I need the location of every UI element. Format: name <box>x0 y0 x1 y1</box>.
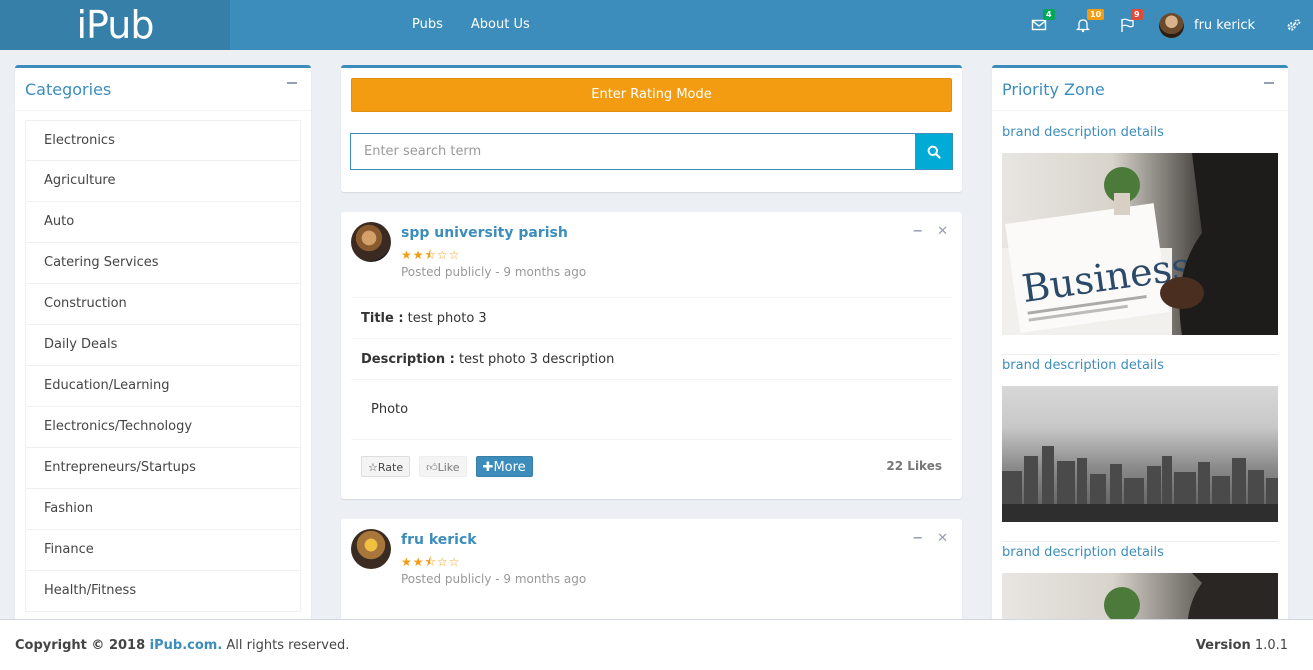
search-panel: Enter Rating Mode <box>341 65 962 192</box>
category-item[interactable]: Catering Services <box>25 243 301 284</box>
flags-button[interactable]: 9 <box>1105 0 1149 50</box>
category-item[interactable]: Electronics/Technology <box>25 407 301 448</box>
category-item[interactable]: Entrepreneurs/Startups <box>25 448 301 489</box>
divider <box>992 110 1288 111</box>
post-meta: Posted publicly - 9 months ago <box>401 265 587 279</box>
notifications-badge: 10 <box>1087 9 1105 20</box>
top-header: iPub Pubs About Us 4 10 9 fru kerick <box>0 0 1313 50</box>
category-item[interactable]: Health/Fitness <box>25 571 301 612</box>
messages-badge: 4 <box>1043 9 1055 20</box>
avatar[interactable] <box>351 529 391 569</box>
likes-count: 22 Likes <box>886 459 942 473</box>
star-outline-icon: ☆ <box>368 461 378 474</box>
close-icon[interactable]: ✕ <box>937 224 948 239</box>
post-tools: − ✕ <box>912 224 948 239</box>
nav-right: 4 10 9 fru kerick <box>1017 0 1313 50</box>
media-label: Photo <box>351 380 952 440</box>
footer: Copyright © 2018 iPub.com. All rights re… <box>0 619 1313 670</box>
post-card: spp university parish ★★⯪☆☆ Posted publi… <box>341 212 962 499</box>
category-item[interactable]: Construction <box>25 284 301 325</box>
user-menu[interactable]: fru kerick <box>1149 0 1273 50</box>
nav-pubs[interactable]: Pubs <box>398 0 457 50</box>
search-input[interactable] <box>351 134 915 169</box>
collapse-icon[interactable] <box>287 82 297 84</box>
like-label: Like <box>437 461 460 474</box>
rating-stars: ★★⯪☆☆ <box>401 555 461 569</box>
category-item[interactable]: Fashion <box>25 489 301 530</box>
messages-button[interactable]: 4 <box>1017 0 1061 50</box>
search-button[interactable] <box>915 134 952 169</box>
category-item[interactable]: Daily Deals <box>25 325 301 366</box>
thumbs-up-icon: 👍︎ <box>426 461 438 474</box>
priority-zone-panel: Priority Zone brand description details … <box>992 65 1288 625</box>
avatar[interactable] <box>351 222 391 262</box>
post-body: Title : test photo 3 Description : test … <box>351 297 952 440</box>
brand-link[interactable]: brand description details <box>1002 358 1164 373</box>
copyright-suffix: All rights reserved. <box>222 638 350 653</box>
user-avatar <box>1159 12 1184 38</box>
post-description-field: Description : test photo 3 description <box>351 339 952 380</box>
divider <box>1002 541 1278 542</box>
category-item[interactable]: Finance <box>25 530 301 571</box>
copyright-link[interactable]: iPub.com. <box>150 638 223 653</box>
gears-icon <box>1287 18 1300 31</box>
title-value: test photo 3 <box>403 311 487 326</box>
nav-about-us[interactable]: About Us <box>457 0 544 50</box>
post-title-field: Title : test photo 3 <box>351 298 952 339</box>
settings-button[interactable] <box>1273 0 1313 50</box>
business-newspaper-image[interactable] <box>1002 573 1278 625</box>
more-button[interactable]: ✚More <box>475 456 533 477</box>
notifications-button[interactable]: 10 <box>1061 0 1105 50</box>
user-name: fru kerick <box>1194 17 1255 33</box>
more-label: More <box>493 460 526 475</box>
brand-link[interactable]: brand description details <box>1002 545 1164 560</box>
category-item[interactable]: Education/Learning <box>25 366 301 407</box>
app-logo[interactable]: iPub <box>0 0 230 50</box>
divider <box>15 110 311 111</box>
rating-stars: ★★⯪☆☆ <box>401 248 461 262</box>
title-label: Title : <box>361 311 404 326</box>
post-author[interactable]: spp university parish <box>401 225 568 241</box>
search-icon <box>927 145 941 159</box>
category-list: Electronics Agriculture Auto Catering Se… <box>25 120 301 612</box>
divider <box>1002 354 1278 355</box>
close-icon[interactable]: ✕ <box>937 531 948 546</box>
post-meta: Posted publicly - 9 months ago <box>401 572 587 586</box>
minimize-icon[interactable]: − <box>912 224 923 239</box>
post-actions: ☆Rate 👍︎Like ✚More <box>361 456 533 477</box>
category-item[interactable]: Auto <box>25 202 301 243</box>
rate-button[interactable]: ☆Rate <box>361 456 411 477</box>
brand-link[interactable]: brand description details <box>1002 125 1164 140</box>
version-label: Version <box>1195 638 1251 653</box>
copyright: Copyright © 2018 iPub.com. All rights re… <box>15 638 349 653</box>
version-info: Version 1.0.1 <box>1196 638 1288 653</box>
copyright-prefix: Copyright © 2018 <box>15 638 150 653</box>
version-value: 1.0.1 <box>1250 638 1288 653</box>
categories-title: Categories <box>25 80 112 99</box>
enter-rating-mode-button[interactable]: Enter Rating Mode <box>351 78 952 112</box>
post-tools: − ✕ <box>912 531 948 546</box>
collapse-icon[interactable] <box>1264 82 1274 84</box>
search-bar <box>350 133 953 170</box>
city-skyline-image[interactable] <box>1002 386 1278 522</box>
description-value: test photo 3 description <box>454 352 615 367</box>
like-button[interactable]: 👍︎Like <box>419 456 467 477</box>
category-item[interactable]: Agriculture <box>25 161 301 202</box>
priority-zone-title: Priority Zone <box>1002 80 1105 99</box>
top-nav: Pubs About Us <box>398 0 544 50</box>
plus-icon: ✚ <box>482 460 494 475</box>
post-author[interactable]: fru kerick <box>401 532 477 548</box>
category-item[interactable]: Electronics <box>25 120 301 161</box>
rate-label: Rate <box>377 461 404 474</box>
business-newspaper-image[interactable]: Business <box>1002 153 1278 335</box>
flags-badge: 9 <box>1131 9 1143 20</box>
categories-panel: Categories Electronics Agriculture Auto … <box>15 65 311 625</box>
minimize-icon[interactable]: − <box>912 531 923 546</box>
description-label: Description : <box>361 352 455 367</box>
